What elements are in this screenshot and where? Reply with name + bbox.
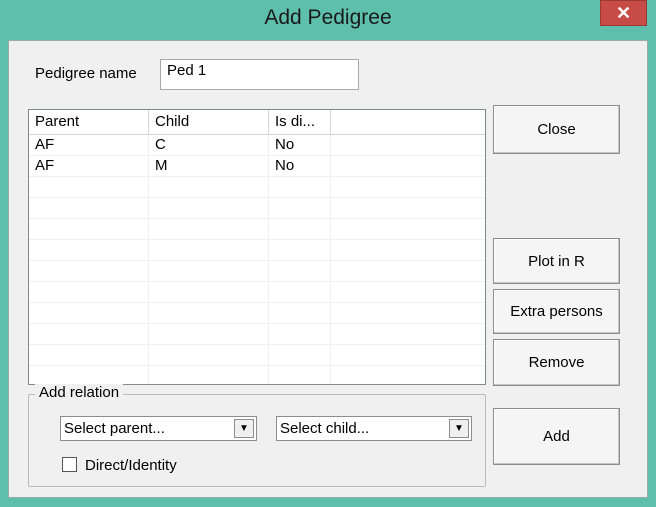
add-button[interactable]: Add xyxy=(493,408,620,465)
column-header-is-direct[interactable]: Is di... xyxy=(269,110,331,134)
parent-select[interactable]: Select parent... ▼ xyxy=(60,416,257,441)
column-header-child[interactable]: Child xyxy=(149,110,269,134)
pedigree-name-input[interactable]: Ped 1 xyxy=(160,59,359,90)
pedigree-name-label: Pedigree name xyxy=(35,65,137,82)
relations-list[interactable]: Parent Child Is di... AF C No AF M No xyxy=(28,109,486,385)
cell-is-direct: No xyxy=(269,135,331,155)
cell-empty xyxy=(331,135,485,155)
add-relation-legend: Add relation xyxy=(35,384,124,401)
empty-row xyxy=(29,324,485,345)
dialog-client-area: Pedigree name Ped 1 Parent Child Is di..… xyxy=(8,40,648,498)
cell-parent: AF xyxy=(29,135,149,155)
chevron-down-icon[interactable]: ▼ xyxy=(449,419,469,438)
list-header: Parent Child Is di... xyxy=(29,110,485,135)
cell-child: C xyxy=(149,135,269,155)
remove-button[interactable]: Remove xyxy=(493,339,620,386)
close-button[interactable]: Close xyxy=(493,105,620,154)
title-bar: Add Pedigree ✕ xyxy=(0,0,656,40)
window-close-button[interactable]: ✕ xyxy=(600,0,647,26)
empty-row xyxy=(29,240,485,261)
chevron-down-icon[interactable]: ▼ xyxy=(234,419,254,438)
extra-persons-button[interactable]: Extra persons xyxy=(493,289,620,334)
column-header-empty xyxy=(331,110,485,134)
direct-identity-label[interactable]: Direct/Identity xyxy=(85,457,177,474)
empty-row xyxy=(29,219,485,240)
parent-select-value: Select parent... xyxy=(64,420,165,437)
cell-parent: AF xyxy=(29,156,149,176)
cell-empty xyxy=(331,156,485,176)
empty-row xyxy=(29,261,485,282)
cell-child: M xyxy=(149,156,269,176)
direct-identity-checkbox[interactable] xyxy=(62,457,77,472)
empty-row xyxy=(29,345,485,366)
empty-row xyxy=(29,303,485,324)
window-title: Add Pedigree xyxy=(264,6,392,29)
add-relation-group: Add relation Select parent... ▼ Select c… xyxy=(28,384,486,487)
table-row[interactable]: AF C No xyxy=(29,135,485,156)
empty-row xyxy=(29,282,485,303)
empty-row xyxy=(29,177,485,198)
empty-row xyxy=(29,198,485,219)
column-header-parent[interactable]: Parent xyxy=(29,110,149,134)
child-select[interactable]: Select child... ▼ xyxy=(276,416,472,441)
cell-is-direct: No xyxy=(269,156,331,176)
child-select-value: Select child... xyxy=(280,420,370,437)
table-row[interactable]: AF M No xyxy=(29,156,485,177)
plot-in-r-button[interactable]: Plot in R xyxy=(493,238,620,284)
empty-row xyxy=(29,366,485,384)
